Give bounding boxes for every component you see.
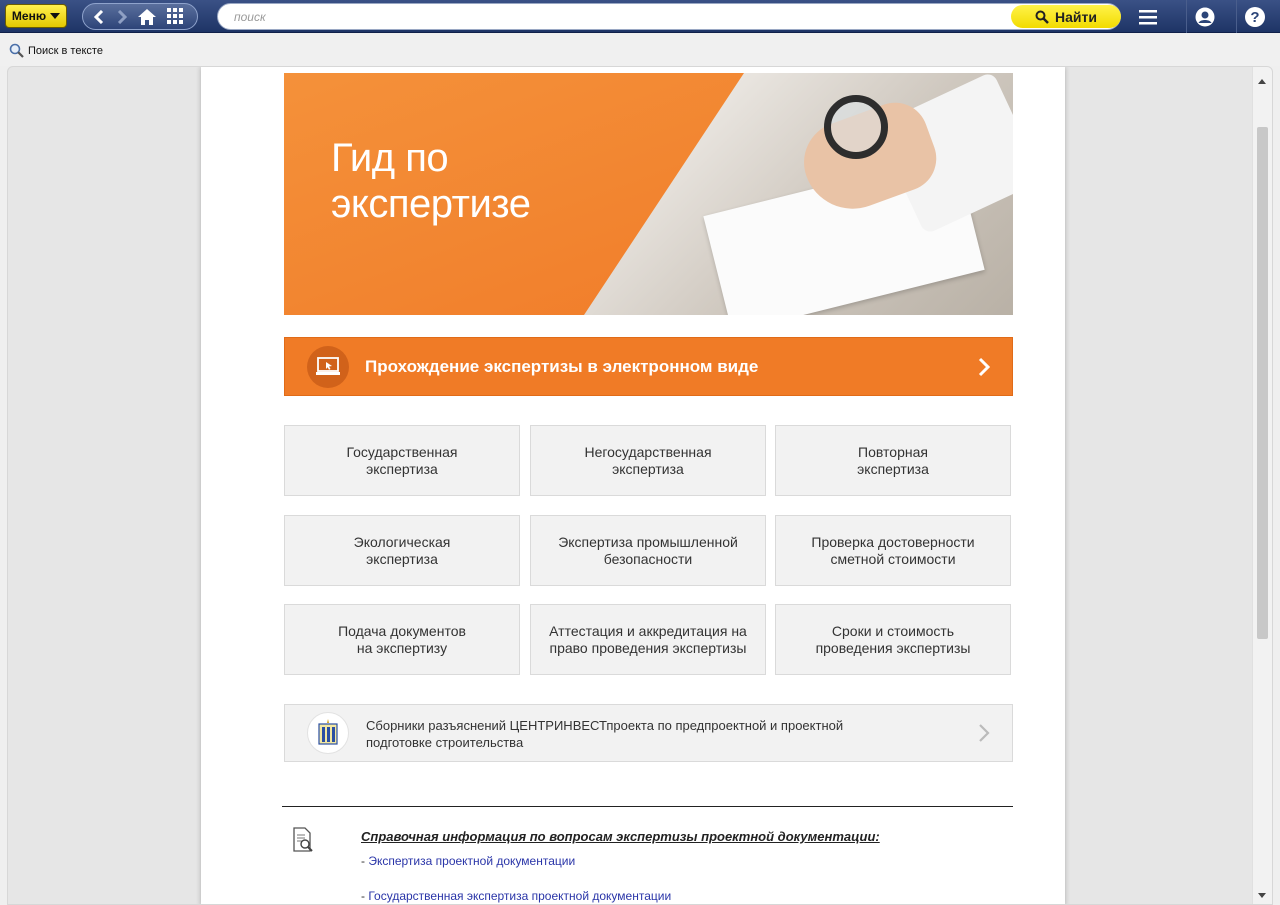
tile-label: Негосударственная экспертиза — [584, 443, 712, 477]
tile-label: Сроки и стоимость проведения экспертизы — [815, 622, 971, 656]
electronic-expertise-link[interactable]: Прохождение экспертизы в электронном вид… — [284, 337, 1013, 396]
user-profile-icon[interactable] — [1186, 0, 1222, 33]
tile-label: Экспертиза промышленной безопасности — [558, 533, 738, 567]
tile-label: Государственная экспертиза — [346, 443, 458, 477]
tile-cost-verification[interactable]: Проверка достоверности сметной стоимости — [775, 515, 1011, 586]
menu-button[interactable]: Меню — [5, 4, 67, 28]
scroll-up-arrow-icon[interactable] — [1258, 79, 1266, 84]
reference-link-label: Государственная экспертиза проектной док… — [368, 889, 672, 903]
chevron-right-icon — [979, 724, 990, 742]
electronic-expertise-label: Прохождение экспертизы в электронном вид… — [365, 357, 759, 376]
top-toolbar: Меню Найти ? — [0, 0, 1280, 33]
tile-state-expertise[interactable]: Государственная экспертиза — [284, 425, 520, 496]
search-in-text-link[interactable]: Поиск в тексте — [9, 43, 103, 58]
grid-apps-icon[interactable] — [163, 4, 187, 29]
home-icon[interactable] — [135, 4, 159, 29]
scroll-thumb[interactable] — [1257, 127, 1268, 639]
navigation-group — [82, 3, 198, 30]
guide-banner: Гид по экспертизе — [284, 73, 1013, 315]
search-in-text-label: Поиск в тексте — [28, 44, 103, 57]
reference-link-state-expertise[interactable]: - Государственная экспертиза проектной д… — [361, 889, 671, 903]
tile-label: Проверка достоверности сметной стоимости — [811, 533, 975, 567]
chevron-right-icon — [978, 357, 990, 377]
help-icon[interactable]: ? — [1236, 0, 1272, 33]
tile-label: Повторная экспертиза — [857, 443, 929, 477]
svg-text:?: ? — [1250, 9, 1259, 26]
laptop-cursor-icon — [307, 346, 349, 388]
tile-certification-accreditation[interactable]: Аттестация и аккредитация на право прове… — [530, 604, 766, 675]
chevron-down-icon — [50, 13, 61, 19]
reference-link-label: Экспертиза проектной документации — [368, 854, 576, 868]
reference-link-expertise[interactable]: - Экспертиза проектной документации — [361, 854, 575, 868]
document-page: Гид по экспертизе Прохождение экспертизы… — [201, 67, 1065, 904]
search-icon — [1035, 10, 1049, 24]
forward-icon[interactable] — [110, 4, 134, 29]
tile-repeat-expertise[interactable]: Повторная экспертиза — [775, 425, 1011, 496]
tile-ecological-expertise[interactable]: Экологическая экспертиза — [284, 515, 520, 586]
back-icon[interactable] — [87, 4, 111, 29]
search-input[interactable] — [234, 8, 1014, 26]
magnifier-icon — [9, 43, 24, 58]
magnifying-glass-icon — [824, 95, 888, 159]
tile-non-state-expertise[interactable]: Негосударственная экспертиза — [530, 425, 766, 496]
scroll-down-arrow-icon[interactable] — [1258, 893, 1266, 898]
tile-terms-and-cost[interactable]: Сроки и стоимость проведения экспертизы — [775, 604, 1011, 675]
banner-title: Гид по экспертизе — [331, 135, 651, 227]
reference-title: Справочная информация по вопросам экспер… — [361, 829, 880, 844]
search-box: Найти — [217, 3, 1121, 30]
banner-title-line2: экспертизе — [331, 182, 531, 226]
document-search-icon — [293, 827, 313, 852]
menu-button-label: Меню — [11, 9, 47, 23]
hamburger-menu-icon[interactable] — [1130, 0, 1166, 33]
tile-document-submission[interactable]: Подача документов на экспертизу — [284, 604, 520, 675]
section-divider — [282, 806, 1013, 807]
tile-label: Подача документов на экспертизу — [338, 622, 466, 656]
banner-title-line1: Гид по — [331, 136, 449, 180]
find-button[interactable]: Найти — [1011, 5, 1121, 28]
vertical-scrollbar[interactable] — [1252, 67, 1272, 904]
collections-label: Сборники разъяснений ЦЕНТРИНВЕСТпроекта … — [366, 718, 844, 750]
find-button-label: Найти — [1055, 8, 1097, 25]
tile-industrial-safety-expertise[interactable]: Экспертиза промышленной безопасности — [530, 515, 766, 586]
tile-label: Экологическая экспертиза — [353, 533, 451, 567]
tile-label: Аттестация и аккредитация на право прове… — [549, 622, 747, 656]
sub-toolbar: Поиск в тексте — [0, 34, 1280, 66]
centrinvest-logo-icon — [307, 712, 349, 754]
document-frame: Гид по экспертизе Прохождение экспертизы… — [7, 66, 1273, 905]
explanations-collections-link[interactable]: Сборники разъяснений ЦЕНТРИНВЕСТпроекта … — [284, 704, 1013, 762]
